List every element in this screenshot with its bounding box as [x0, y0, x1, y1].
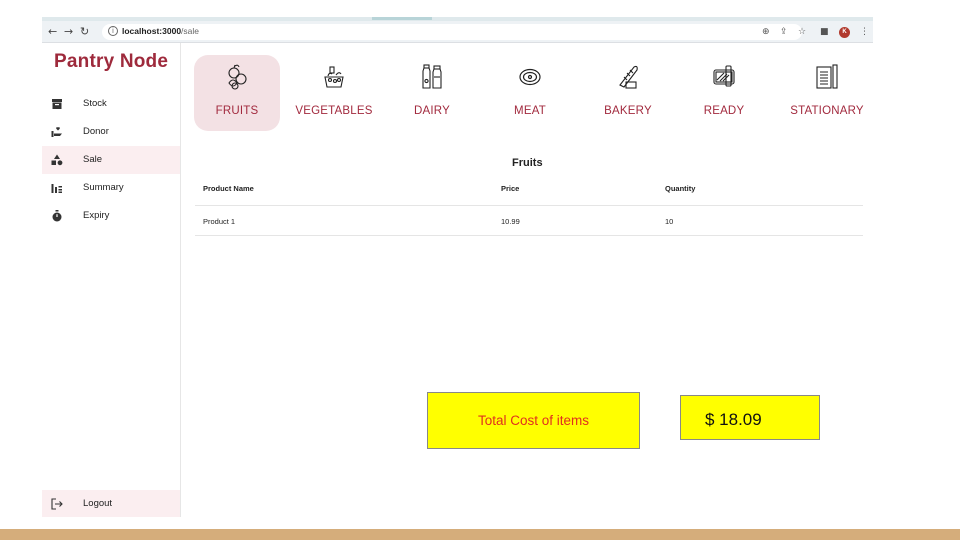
profile-avatar[interactable]: K [839, 27, 850, 38]
column-header-product-name[interactable]: Product Name [203, 184, 254, 193]
category-vegetables[interactable]: VEGETABLES [293, 55, 375, 131]
slide-footer-bar [0, 529, 960, 540]
stationary-icon [816, 64, 838, 89]
translate-icon[interactable]: ⊕ [762, 26, 770, 38]
url-host: localhost:3000 [122, 26, 182, 36]
archive-icon [52, 99, 62, 109]
logout-icon [51, 498, 63, 510]
column-header-quantity[interactable]: Quantity [665, 184, 695, 193]
forward-arrow-icon[interactable]: → [64, 25, 73, 39]
logout-label: Logout [83, 498, 113, 509]
site-info-icon[interactable]: i [108, 26, 118, 36]
sidebar-item-expiry[interactable]: Expiry [42, 202, 180, 230]
active-tab[interactable] [372, 17, 432, 20]
sidebar-item-label: Sale [83, 154, 103, 165]
sidebar-item-stock[interactable]: Stock [42, 90, 180, 118]
table-header: Product Name Price Quantity [195, 176, 863, 206]
sidebar-item-label: Stock [83, 98, 107, 109]
dairy-icon [422, 64, 442, 89]
category-label: BAKERY [604, 105, 652, 117]
address-bar: ← → ↻ i localhost:3000 /sale ⊕ ⇪ ☆ ■ K ⋮ [42, 21, 873, 43]
url-input[interactable]: i localhost:3000 /sale [102, 24, 802, 40]
table-row[interactable]: Product 1 10.99 10 [195, 206, 863, 236]
total-cost-label: Total Cost of items [477, 413, 590, 428]
category-bakery[interactable]: BAKERY [585, 55, 671, 131]
sidebar-item-donor[interactable]: Donor [42, 118, 180, 146]
section-title: Fruits [512, 157, 543, 169]
category-label: FRUITS [215, 105, 259, 117]
quantity-cell: 10 [665, 217, 674, 226]
more-menu-icon[interactable]: ⋮ [860, 26, 869, 38]
reload-icon[interactable]: ↻ [80, 25, 89, 39]
ready-meal-icon [713, 65, 735, 87]
category-fruits[interactable]: FRUITS [194, 55, 280, 131]
category-label: READY [703, 105, 745, 117]
url-path: /sale [181, 26, 199, 36]
category-label: DAIRY [414, 105, 450, 117]
sidebar-item-summary[interactable]: Summary [42, 174, 180, 202]
vegetables-icon [324, 66, 344, 88]
sidebar: Pantry Node Stock Donor Sale Summary Exp… [42, 43, 181, 517]
slide-canvas: ← → ↻ i localhost:3000 /sale ⊕ ⇪ ☆ ■ K ⋮… [0, 0, 960, 540]
total-cost-value: $ 18.09 [705, 410, 762, 429]
bakery-icon [619, 65, 638, 89]
sidebar-item-label: Donor [83, 126, 109, 137]
total-cost-label-box: Total Cost of items [427, 392, 640, 449]
back-arrow-icon[interactable]: ← [48, 25, 57, 39]
category-stationary[interactable]: STATIONARY [781, 55, 873, 131]
timer-icon [52, 210, 62, 222]
meat-icon [519, 68, 541, 86]
share-icon[interactable]: ⇪ [780, 26, 788, 38]
sidebar-item-sale[interactable]: Sale [42, 146, 180, 174]
column-header-price[interactable]: Price [501, 184, 519, 193]
category-label: STATIONARY [790, 105, 864, 117]
product-name-cell: Product 1 [203, 217, 236, 226]
total-cost-value-box: $ 18.09 [680, 395, 820, 440]
app-title: Pantry Node [54, 51, 169, 72]
logout-button[interactable]: Logout [42, 490, 180, 517]
category-ready[interactable]: READY [683, 55, 765, 131]
sidebar-item-label: Summary [83, 182, 124, 193]
shapes-icon [51, 154, 63, 166]
category-label: VEGETABLES [295, 105, 373, 117]
sidebar-item-label: Expiry [83, 210, 110, 221]
fruits-icon [228, 64, 247, 90]
hand-heart-icon [51, 127, 62, 137]
price-cell: 10.99 [501, 217, 520, 226]
side-panel-icon[interactable]: ■ [820, 26, 829, 38]
category-meat[interactable]: MEAT [489, 55, 571, 131]
bar-chart-icon [51, 184, 62, 193]
category-label: MEAT [514, 105, 546, 117]
bookmark-star-icon[interactable]: ☆ [798, 26, 806, 38]
category-dairy[interactable]: DAIRY [391, 55, 473, 131]
